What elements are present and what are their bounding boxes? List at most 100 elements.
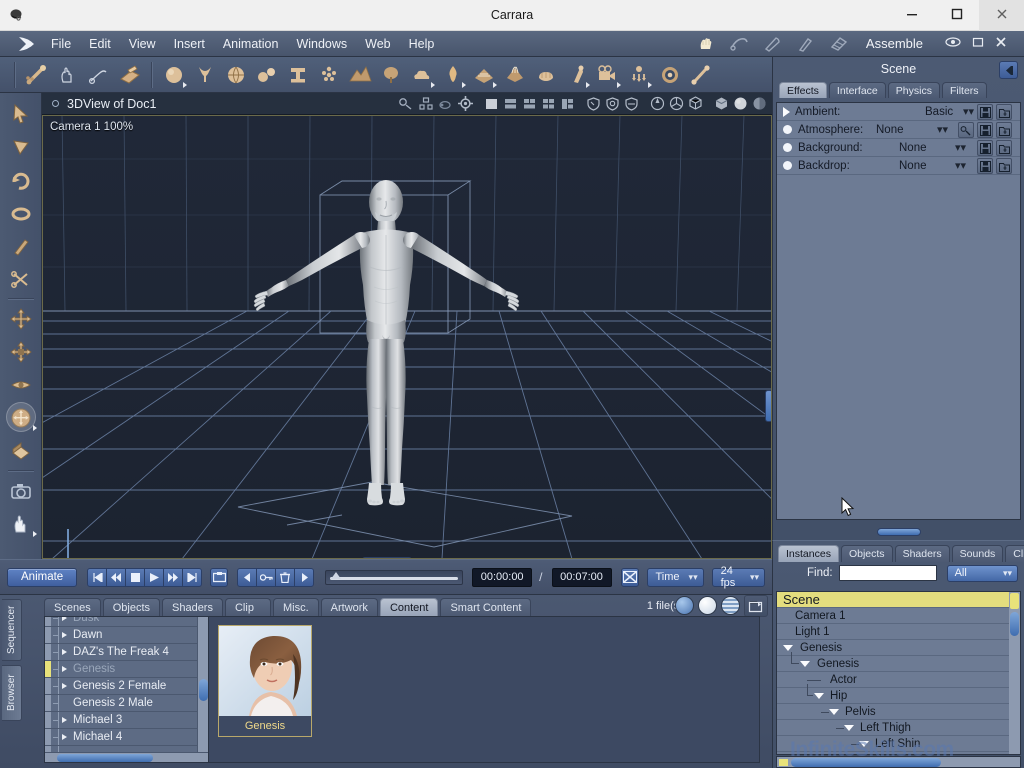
menu-view[interactable]: View [120, 32, 165, 56]
current-time-field[interactable]: 00:00:00 [472, 567, 533, 587]
tab-misc[interactable]: Misc. [272, 598, 319, 616]
total-time-field[interactable]: 00:07:00 [551, 567, 612, 587]
collapse-triangle-icon[interactable] [829, 709, 839, 715]
tab-content[interactable]: Content [379, 598, 439, 616]
magnet-tool-icon[interactable] [21, 59, 52, 90]
split-custom-icon[interactable] [559, 95, 576, 112]
paint-room-icon[interactable] [794, 34, 818, 54]
vertical-tab-sequencer[interactable]: Sequencer [2, 599, 22, 661]
prev-key-icon[interactable] [237, 567, 258, 587]
save-preset-icon[interactable] [977, 104, 993, 120]
replicator-icon[interactable] [561, 59, 592, 90]
wrench-tool-icon[interactable] [83, 59, 114, 90]
list-item[interactable]: Dusk [45, 617, 197, 627]
tab-smart-content[interactable]: Smart Content [440, 598, 532, 616]
edit-icon[interactable] [958, 122, 974, 138]
collapse-triangle-icon[interactable] [859, 741, 869, 747]
viewport-collapse-dot[interactable] [52, 100, 59, 107]
tree-row-genesis-child[interactable]: Genesis [777, 652, 1020, 672]
render-room-icon[interactable] [827, 34, 851, 54]
instances-tree[interactable]: Scene Camera 1 Light 1 Genesis Genesis A… [776, 591, 1021, 755]
load-preset-icon[interactable] [996, 140, 1012, 156]
single-view-icon[interactable] [483, 95, 500, 112]
menu-web[interactable]: Web [356, 32, 399, 56]
go-to-end-icon[interactable] [182, 567, 203, 587]
rewind-icon[interactable] [106, 567, 127, 587]
file-list-vertical-scrollbar[interactable] [197, 617, 208, 752]
tab-interface[interactable]: Interface [828, 82, 886, 98]
chevron-down-icon[interactable]: ▾▾ [937, 123, 948, 136]
light-icon[interactable] [623, 59, 654, 90]
next-key-icon[interactable] [294, 567, 315, 587]
ring-tool[interactable] [4, 196, 38, 229]
open-folder-icon[interactable] [744, 595, 768, 617]
minimize-button[interactable] [889, 0, 934, 31]
expand-triangle-icon[interactable] [62, 734, 67, 740]
tab-sounds[interactable]: Sounds [951, 545, 1004, 562]
stop-icon[interactable] [125, 567, 146, 587]
rotate-tool[interactable] [4, 163, 38, 196]
tab-physics[interactable]: Physics [887, 82, 940, 98]
tab-scenes[interactable]: Scenes [44, 598, 101, 616]
content-file-list[interactable]: Dusk Dawn DAZ's The Freak 4 Genesis Gene… [45, 617, 209, 762]
filter-dropdown[interactable]: All ▾▾ [946, 564, 1018, 582]
terrain-icon[interactable] [344, 59, 375, 90]
enabled-bullet-icon[interactable] [783, 143, 792, 152]
large-thumbnail-icon[interactable] [675, 596, 694, 615]
tree-vertical-scrollbar[interactable] [1009, 592, 1020, 754]
bounding-box-icon[interactable] [713, 95, 730, 112]
save-preset-icon[interactable] [977, 140, 993, 156]
enabled-bullet-icon[interactable] [783, 161, 792, 170]
tab-shaders[interactable]: Shaders [894, 545, 950, 562]
menu-windows[interactable]: Windows [287, 32, 356, 56]
split-horizontal-icon[interactable] [502, 95, 519, 112]
hand-tool-icon[interactable] [52, 59, 83, 90]
load-preset-icon[interactable] [996, 158, 1012, 174]
view-link-icon[interactable] [397, 95, 414, 112]
tree-row-pelvis[interactable]: Pelvis [777, 704, 1020, 720]
preview-shield-icon[interactable] [585, 95, 602, 112]
restore-icon[interactable] [972, 35, 984, 53]
list-item[interactable]: Dawn [45, 627, 197, 644]
textured-icon[interactable] [751, 95, 768, 112]
load-preset-icon[interactable] [996, 104, 1012, 120]
hair-icon[interactable] [530, 59, 561, 90]
assemble-room-icon[interactable] [695, 34, 719, 54]
target-icon[interactable] [654, 59, 685, 90]
animate-button[interactable]: Animate [7, 567, 78, 587]
metaball-icon[interactable] [251, 59, 282, 90]
grass-icon[interactable] [499, 59, 530, 90]
close-icon[interactable] [995, 35, 1007, 53]
list-view-icon[interactable] [721, 596, 740, 615]
pan-tool[interactable] [4, 507, 38, 540]
go-to-start-icon[interactable] [87, 567, 108, 587]
selection-arrow-tool[interactable] [4, 97, 38, 130]
list-item[interactable]: Michael 4 [45, 729, 197, 746]
expand-triangle-icon[interactable] [62, 717, 67, 723]
scene-row-ambient[interactable]: Ambient: Basic ▾▾ [777, 103, 1020, 121]
fast-forward-icon[interactable] [163, 567, 184, 587]
scrollbar-thumb[interactable] [199, 679, 208, 701]
chevron-down-icon[interactable]: ▾▾ [955, 141, 966, 154]
spline-object-icon[interactable] [220, 59, 251, 90]
no-sound-icon[interactable] [620, 567, 639, 587]
tab-effects[interactable]: Effects [779, 82, 827, 98]
tree-row-light[interactable]: Light 1 [777, 624, 1020, 640]
list-item[interactable]: Genesis 2 Female [45, 678, 197, 695]
plane-tool-icon[interactable] [114, 59, 145, 90]
list-item[interactable]: DAZ's The Freak 4 [45, 644, 197, 661]
plant-icon[interactable] [375, 59, 406, 90]
collapse-panel-icon[interactable] [999, 61, 1018, 79]
tree-horizontal-scrollbar[interactable] [776, 756, 1021, 768]
scrubber-playhead[interactable] [331, 571, 342, 579]
menu-animation[interactable]: Animation [214, 32, 288, 56]
ocean-icon[interactable] [468, 59, 499, 90]
particles-icon[interactable] [313, 59, 344, 90]
scale-tool[interactable] [4, 368, 38, 401]
shadow-shield-icon[interactable] [623, 95, 640, 112]
tab-objects[interactable]: Objects [840, 545, 893, 562]
load-preset-icon[interactable] [996, 122, 1012, 138]
vertex-object-icon[interactable] [189, 59, 220, 90]
tree-row-left-thigh[interactable]: Left Thigh [777, 720, 1020, 736]
render-shield-icon[interactable] [604, 95, 621, 112]
